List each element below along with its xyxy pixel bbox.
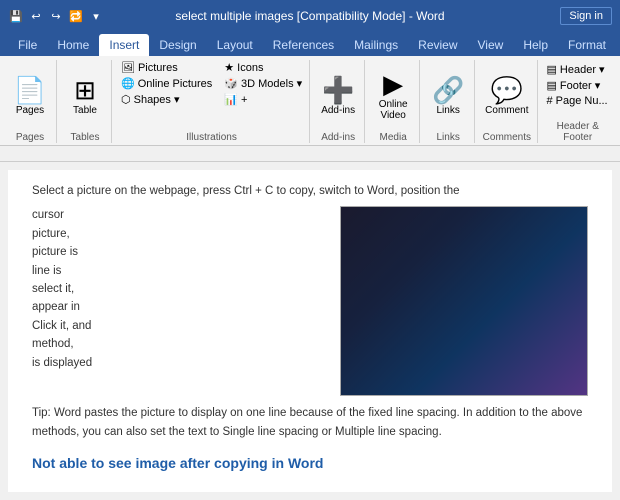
- tables-group-label: Tables: [63, 132, 107, 143]
- tip-text: Tip: Word pastes the picture to display …: [32, 404, 588, 441]
- table-icon: ⊞: [74, 77, 96, 103]
- online-video-label: OnlineVideo: [379, 99, 408, 121]
- illustrations-group-label: Illustrations: [118, 132, 305, 143]
- addins-label: Add-ins: [321, 105, 355, 116]
- document-page: Select a picture on the webpage, press C…: [8, 170, 612, 492]
- save-icon[interactable]: 💾: [8, 8, 24, 24]
- comments-group-label: Comments: [481, 132, 532, 143]
- pages-button[interactable]: 📄 Pages: [8, 75, 52, 118]
- ribbon-group-headerfooter: ▤ Header ▾ ▤ Footer ▾ # Page Nu... Heade…: [540, 60, 616, 143]
- section-heading: Not able to see image after copying in W…: [32, 453, 588, 474]
- top-instruction-text: Select a picture on the webpage, press C…: [32, 182, 588, 200]
- illustrations-col-right: ★ Icons 🎲 3D Models ▾ 📊 +: [221, 60, 305, 132]
- pictures-button[interactable]: 🖼 Pictures: [118, 60, 215, 75]
- links-group-label: Links: [426, 132, 470, 143]
- ribbon-group-addins: ➕ Add-ins Add-ins: [312, 60, 365, 143]
- sign-in-button[interactable]: Sign in: [560, 7, 612, 25]
- smartart-label: +: [241, 94, 247, 106]
- title-bar: 💾 ↩ ↪ 🔁 ▾ select multiple images [Compat…: [0, 0, 620, 32]
- tab-file[interactable]: File: [8, 34, 47, 56]
- comment-button[interactable]: 💬 Comment: [481, 75, 532, 118]
- doc-text-left: cursor picture, picture is line is selec…: [32, 206, 324, 396]
- tab-insert[interactable]: Insert: [99, 34, 149, 56]
- repeat-icon[interactable]: 🔁: [68, 8, 84, 24]
- ribbon-group-pages: 📄 Pages Pages: [4, 60, 57, 143]
- tab-layout[interactable]: Layout: [207, 34, 263, 56]
- doc-text-content: cursor picture, picture is line is selec…: [32, 206, 324, 372]
- table-button[interactable]: ⊞ Table: [63, 75, 107, 118]
- pages-group-label: Pages: [8, 132, 52, 143]
- ribbon-group-tables: ⊞ Table Tables: [59, 60, 112, 143]
- ribbon: 📄 Pages Pages ⊞ Table Tables: [0, 56, 620, 146]
- ribbon-group-media: ▶ OnlineVideo Media: [367, 60, 420, 143]
- online-video-icon: ▶: [383, 71, 403, 97]
- tab-references[interactable]: References: [263, 34, 344, 56]
- header-icon: ▤: [547, 63, 557, 76]
- online-pictures-label: Online Pictures: [138, 78, 213, 90]
- ribbon-group-links: 🔗 Links Links: [422, 60, 475, 143]
- tab-review[interactable]: Review: [408, 34, 467, 56]
- online-pictures-button[interactable]: 🌐 Online Pictures: [118, 76, 215, 91]
- doc-body: cursor picture, picture is line is selec…: [32, 206, 588, 396]
- 3d-models-button[interactable]: 🎲 3D Models ▾: [221, 76, 305, 91]
- icons-icon: ★: [224, 61, 234, 74]
- footer-button[interactable]: ▤ Footer ▾: [544, 78, 612, 93]
- title-bar-right: Sign in: [560, 7, 612, 25]
- tab-home[interactable]: Home: [47, 34, 99, 56]
- pictures-label: Pictures: [138, 62, 178, 74]
- online-pictures-icon: 🌐: [121, 77, 135, 90]
- footer-label: Footer ▾: [560, 79, 600, 92]
- media-group-label: Media: [371, 132, 415, 143]
- footer-icon: ▤: [547, 79, 557, 92]
- 3d-models-label: 3D Models ▾: [241, 77, 302, 90]
- header-button[interactable]: ▤ Header ▾: [544, 62, 612, 77]
- customize-icon[interactable]: ▾: [88, 8, 104, 24]
- ribbon-group-illustrations: 🖼 Pictures 🌐 Online Pictures ⬡ Shapes ▾: [114, 60, 310, 143]
- pages-icon: 📄: [14, 77, 46, 103]
- links-label: Links: [436, 105, 459, 116]
- headerfooter-group-label: Header & Footer: [544, 121, 612, 143]
- tab-format[interactable]: Format: [558, 34, 616, 56]
- comment-icon: 💬: [491, 77, 523, 103]
- links-button[interactable]: 🔗 Links: [426, 75, 470, 118]
- 3d-models-icon: 🎲: [224, 77, 238, 90]
- pages-label: Pages: [16, 105, 44, 116]
- page-number-icon: #: [547, 95, 553, 107]
- shapes-button[interactable]: ⬡ Shapes ▾: [118, 92, 215, 107]
- shapes-icon: ⬡: [121, 93, 131, 106]
- table-label: Table: [73, 105, 97, 116]
- embedded-image: [340, 206, 588, 396]
- quick-access-toolbar: 💾 ↩ ↪ 🔁 ▾: [8, 8, 104, 24]
- addins-button[interactable]: ➕ Add-ins: [316, 75, 360, 118]
- ribbon-tabs: File Home Insert Design Layout Reference…: [0, 32, 620, 56]
- tab-mailings[interactable]: Mailings: [344, 34, 408, 56]
- pictures-icon: 🖼: [121, 61, 135, 74]
- redo-icon[interactable]: ↪: [48, 8, 64, 24]
- addins-group-label: Add-ins: [316, 132, 360, 143]
- ruler: [0, 146, 620, 162]
- tab-help[interactable]: Help: [513, 34, 558, 56]
- smartart-button[interactable]: 📊 +: [221, 92, 305, 107]
- addins-icon: ➕: [322, 77, 354, 103]
- tab-view[interactable]: View: [468, 34, 514, 56]
- page-number-button[interactable]: # Page Nu...: [544, 94, 612, 108]
- shapes-label: Shapes ▾: [134, 93, 180, 106]
- smartart-icon: 📊: [224, 93, 238, 106]
- header-label: Header ▾: [560, 63, 605, 76]
- window-title: select multiple images [Compatibility Mo…: [175, 9, 444, 23]
- undo-icon[interactable]: ↩: [28, 8, 44, 24]
- ribbon-group-comments: 💬 Comment Comments: [477, 60, 537, 143]
- document-content: Select a picture on the webpage, press C…: [0, 162, 620, 500]
- icons-button[interactable]: ★ Icons: [221, 60, 305, 75]
- online-video-button[interactable]: ▶ OnlineVideo: [371, 69, 415, 123]
- tab-design[interactable]: Design: [149, 34, 206, 56]
- illustrations-col-left: 🖼 Pictures 🌐 Online Pictures ⬡ Shapes ▾: [118, 60, 215, 132]
- links-icon: 🔗: [432, 77, 464, 103]
- comment-label: Comment: [485, 105, 528, 116]
- icons-label: Icons: [237, 62, 263, 74]
- page-number-label: Page Nu...: [556, 95, 608, 107]
